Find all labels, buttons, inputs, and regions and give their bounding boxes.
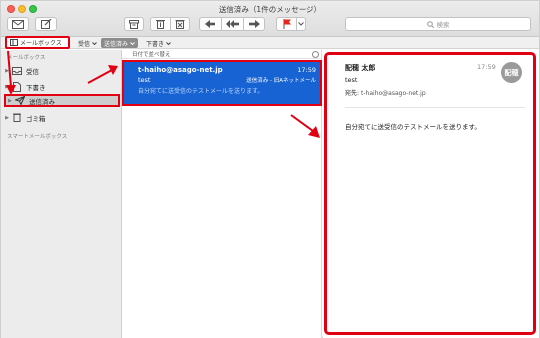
message-view: 配穂 太郎 17:59 配穂 test 宛先: t-haiho@asago-net… <box>324 52 536 335</box>
message-list: 日付で並べ替え t-haiho@asago-net.jp 17:59 test … <box>122 50 322 338</box>
sidebar-item-label: 送信済み <box>29 97 55 106</box>
forward-icon <box>248 20 260 28</box>
mail-window: 送信済み（1件のメッセージ） 検索 メールボックス 受信 送信済み 下書き メー… <box>0 0 540 338</box>
favorites-bar: メールボックス 受信 送信済み 下書き <box>1 36 539 49</box>
sort-control[interactable]: 日付で並べ替え <box>122 50 322 59</box>
archive-button[interactable] <box>124 17 144 31</box>
favorite-drafts-label: 下書き <box>146 40 165 48</box>
sidebar-item-label: ゴミ箱 <box>26 114 46 123</box>
archive-icon <box>129 19 139 29</box>
paper-plane-icon <box>14 96 25 105</box>
sidebar-item-label: 下書き <box>26 83 46 92</box>
flag-button[interactable] <box>276 17 296 31</box>
reply-button[interactable] <box>199 17 221 31</box>
reply-all-button[interactable] <box>221 17 243 31</box>
junk-icon <box>175 20 185 29</box>
disclosure-triangle-icon[interactable]: ▶ <box>6 98 14 104</box>
compose-button[interactable] <box>35 17 57 31</box>
title-bar: 送信済み（1件のメッセージ） 検索 <box>1 1 539 37</box>
sidebar-item-trash[interactable]: ▶ ゴミ箱 <box>1 111 122 124</box>
sidebar-item-sent[interactable]: ▶ 送信済み <box>4 94 120 107</box>
to-label: 宛先: <box>345 90 360 97</box>
sender-name: 配穂 太郎 <box>345 64 376 72</box>
favorite-sent-label: 送信済み <box>104 40 129 48</box>
reply-icon <box>205 20 215 28</box>
reading-pane: 配穂 太郎 17:59 配穂 test 宛先: t-haiho@asago-net… <box>323 50 539 338</box>
message-mailbox: 送信済み - 旧Aネットメール <box>246 78 316 84</box>
mailbox-toggle-label: メールボックス <box>20 40 62 47</box>
reply-all-icon <box>226 20 239 28</box>
annotation-arrow-icon <box>6 50 16 95</box>
chevron-down-icon <box>298 22 304 26</box>
message-from: t-haiho@asago-net.jp <box>138 66 223 74</box>
recipient-address[interactable]: t-haiho@asago-net.jp <box>361 90 426 97</box>
get-mail-button[interactable] <box>7 17 29 31</box>
forward-button[interactable] <box>243 17 265 31</box>
smart-mailbox-header[interactable]: スマートメールボックス <box>7 132 67 140</box>
message-body: 自分宛てに送受信のテストメールを送ります。 <box>345 123 481 131</box>
chevron-down-icon <box>130 41 135 45</box>
delete-button[interactable] <box>150 17 170 31</box>
sidebar-toggle-icon <box>10 39 18 46</box>
search-placeholder: 検索 <box>436 21 450 29</box>
favorite-inbox-label: 受信 <box>78 40 91 48</box>
favorite-inbox[interactable]: 受信 <box>75 38 100 48</box>
favorite-sent[interactable]: 送信済み <box>101 38 139 48</box>
chevron-down-icon <box>92 41 97 45</box>
window-title: 送信済み（1件のメッセージ） <box>218 5 322 14</box>
mailbox-sidebar: メールボックス ▶ 受信 ▶ 下書き ▶ 送信済み ▶ ゴミ箱 スマートメールボ… <box>1 50 122 338</box>
message-preview: 自分宛てに送受信のテストメールを送ります。 <box>138 88 264 95</box>
annotation-arrow-icon <box>87 65 118 84</box>
message-subject: test <box>138 76 151 84</box>
message-subject: test <box>345 76 358 84</box>
trash-icon <box>156 20 165 29</box>
search-field[interactable]: 検索 <box>345 17 531 31</box>
message-time: 17:59 <box>297 66 316 74</box>
sidebar-item-label: 受信 <box>26 67 39 76</box>
header-divider <box>345 107 525 108</box>
junk-button[interactable] <box>170 17 190 31</box>
filter-icon[interactable] <box>312 51 319 58</box>
mailbox-toggle-button[interactable]: メールボックス <box>5 36 70 49</box>
message-time: 17:59 <box>477 63 496 71</box>
message-row[interactable]: t-haiho@asago-net.jp 17:59 test 送信済み - 旧… <box>122 60 322 106</box>
favorite-drafts[interactable]: 下書き <box>143 38 174 48</box>
annotation-arrow-icon <box>290 114 320 138</box>
recipient-line: 宛先: t-haiho@asago-net.jp <box>345 88 426 97</box>
envelope-icon <box>12 19 24 29</box>
chevron-down-icon <box>166 41 171 45</box>
search-icon <box>426 20 434 28</box>
sort-label: 日付で並べ替え <box>132 52 171 58</box>
flag-icon <box>283 19 291 29</box>
trash-icon <box>12 113 21 122</box>
compose-icon <box>40 19 51 29</box>
disclosure-triangle-icon[interactable]: ▶ <box>3 115 11 121</box>
avatar: 配穂 <box>501 62 522 83</box>
flag-menu-button[interactable] <box>296 17 306 31</box>
